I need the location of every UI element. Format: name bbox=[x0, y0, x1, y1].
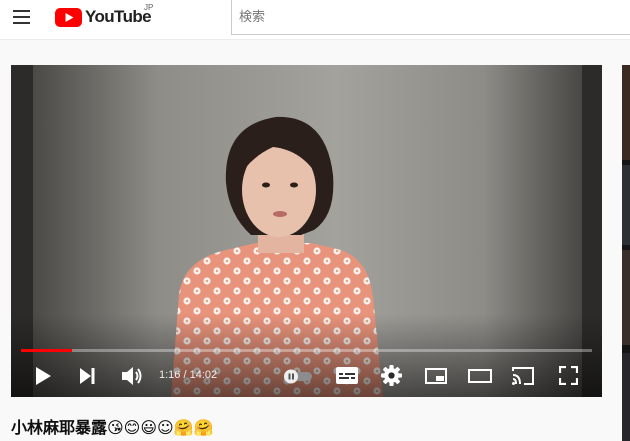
search-box[interactable] bbox=[231, 0, 630, 35]
search-input[interactable] bbox=[232, 0, 630, 34]
video-player[interactable]: 1:16 / 14:02 bbox=[11, 65, 602, 397]
miniplayer-icon[interactable] bbox=[425, 368, 447, 384]
subtitles-icon[interactable] bbox=[336, 367, 358, 384]
video-frame bbox=[11, 65, 602, 397]
related-video-thumbnail[interactable] bbox=[622, 353, 630, 441]
related-video-thumbnail[interactable] bbox=[622, 250, 630, 345]
related-video-thumbnail[interactable] bbox=[622, 165, 630, 245]
settings-gear-icon[interactable] bbox=[381, 365, 402, 386]
cast-icon[interactable] bbox=[512, 367, 534, 385]
play-icon[interactable] bbox=[35, 367, 51, 385]
youtube-logo[interactable]: YouTube bbox=[55, 6, 152, 28]
progress-played bbox=[21, 349, 73, 352]
next-icon[interactable] bbox=[79, 367, 95, 385]
related-video-thumbnail[interactable] bbox=[622, 65, 630, 160]
masthead: YouTube JP bbox=[0, 0, 630, 40]
theater-mode-icon[interactable] bbox=[468, 369, 492, 383]
autoplay-toggle[interactable] bbox=[283, 368, 314, 384]
country-code: JP bbox=[144, 3, 154, 12]
time-display: 1:16 / 14:02 bbox=[159, 369, 218, 381]
youtube-play-logo-icon bbox=[55, 7, 82, 27]
logo-wordmark: YouTube bbox=[85, 7, 152, 26]
fullscreen-icon[interactable] bbox=[559, 366, 578, 385]
progress-bar[interactable] bbox=[21, 349, 592, 352]
menu-button[interactable] bbox=[11, 8, 33, 26]
related-videos-sidebar bbox=[622, 65, 630, 441]
video-title: 小林麻耶暴露😘😊😃☺🤗🤗 bbox=[11, 418, 214, 437]
player-controls: 1:16 / 14:02 bbox=[11, 361, 602, 391]
volume-icon[interactable] bbox=[122, 366, 143, 386]
hamburger-menu-icon bbox=[13, 10, 30, 12]
